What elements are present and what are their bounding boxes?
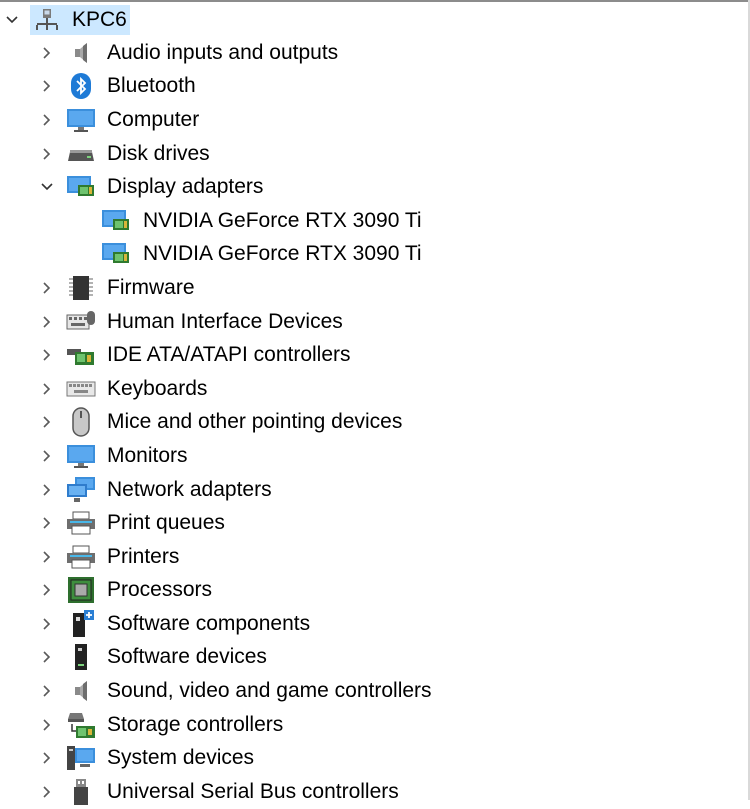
chevron-right-icon[interactable] [37,715,57,735]
display-adapter-icon [101,240,131,268]
category-label: Disk drives [107,141,210,165]
chevron-right-icon[interactable] [37,144,57,164]
chevron-right-icon[interactable] [37,312,57,332]
category-label: Print queues [107,511,225,535]
category-label: System devices [107,746,255,770]
category-bluetooth[interactable]: Bluetooth [0,70,748,104]
chevron-right-icon[interactable] [37,379,57,399]
category-mice-pointing-devices[interactable]: Mice and other pointing devices [0,406,748,440]
chevron-down-icon[interactable] [2,10,22,30]
category-software-devices[interactable]: Software devices [0,641,748,675]
speaker-icon [66,677,96,705]
chip-icon [66,274,96,302]
chevron-right-icon[interactable] [37,547,57,567]
category-sound-video-game-controllers[interactable]: Sound, video and game controllers [0,674,748,708]
category-printers[interactable]: Printers [0,540,748,574]
device-label: NVIDIA GeForce RTX 3090 Ti [143,208,422,232]
printer-icon [66,543,96,571]
category-display-adapters[interactable]: Display adapters [0,170,748,204]
category-label: Display adapters [107,175,264,199]
software-device-icon [66,643,96,671]
tree-root-label: KPC6 [72,8,127,31]
category-keyboards[interactable]: Keyboards [0,372,748,406]
category-software-components[interactable]: Software components [0,607,748,641]
speaker-icon [66,39,96,67]
category-print-queues[interactable]: Print queues [0,506,748,540]
mouse-icon [66,407,96,438]
category-processors[interactable]: Processors [0,574,748,608]
network-adapter-icon [66,476,96,504]
category-label: Storage controllers [107,712,284,736]
category-label: Mice and other pointing devices [107,410,403,434]
disk-drive-icon [66,140,96,168]
category-audio-inputs-outputs[interactable]: Audio inputs and outputs [0,36,748,70]
category-label: Human Interface Devices [107,309,343,333]
category-network-adapters[interactable]: Network adapters [0,473,748,507]
processor-icon [66,576,96,604]
chevron-right-icon[interactable] [37,110,57,130]
chevron-right-icon[interactable] [37,647,57,667]
category-label: Processors [107,578,213,602]
monitor-icon [66,442,96,470]
display-adapter-icon [101,207,131,235]
category-storage-controllers[interactable]: Storage controllers [0,708,748,742]
chevron-right-icon[interactable] [37,345,57,365]
window-top-border [0,0,750,2]
category-human-interface-devices[interactable]: Human Interface Devices [0,305,748,339]
category-computer[interactable]: Computer [0,103,748,137]
chevron-right-icon[interactable] [37,782,57,802]
chevron-right-icon[interactable] [37,614,57,634]
keyboard-icon [66,375,96,403]
category-label: Universal Serial Bus controllers [107,779,399,803]
chevron-right-icon[interactable] [37,446,57,466]
system-devices-icon [66,744,96,772]
display-adapter-icon [66,173,96,201]
chevron-right-icon[interactable] [37,43,57,63]
category-label: Bluetooth [107,74,196,98]
category-label: Audio inputs and outputs [107,40,339,64]
category-label: Software devices [107,645,267,669]
category-disk-drives[interactable]: Disk drives [0,137,748,171]
chevron-right-icon[interactable] [37,681,57,701]
category-monitors[interactable]: Monitors [0,439,748,473]
printer-icon [66,509,96,537]
chevron-right-icon[interactable] [37,412,57,432]
category-label: Software components [107,611,311,635]
bluetooth-icon [66,72,96,100]
chevron-right-icon[interactable] [37,580,57,600]
controller-card-icon [66,341,96,369]
category-label: Computer [107,107,200,131]
tree-root-kpc6[interactable]: KPC6 [0,4,748,36]
device-nvidia-rtx-3090-ti-1[interactable]: NVIDIA GeForce RTX 3090 Ti [0,204,748,238]
monitor-icon [66,106,96,134]
usb-icon [66,778,96,806]
category-label: Network adapters [107,477,272,501]
category-system-devices[interactable]: System devices [0,741,748,775]
hid-icon [66,308,96,336]
category-label: Keyboards [107,376,208,400]
category-label: Firmware [107,275,195,299]
category-label: IDE ATA/ATAPI controllers [107,343,351,367]
software-component-icon [66,609,96,638]
chevron-right-icon[interactable] [37,76,57,96]
computer-network-icon [32,6,62,34]
chevron-down-icon[interactable] [37,177,57,197]
category-label: Printers [107,544,180,568]
device-label: NVIDIA GeForce RTX 3090 Ti [143,242,422,266]
chevron-right-icon[interactable] [37,278,57,298]
category-ide-ata-atapi-controllers[interactable]: IDE ATA/ATAPI controllers [0,338,748,372]
category-usb-controllers[interactable]: Universal Serial Bus controllers [0,775,748,809]
chevron-right-icon[interactable] [37,748,57,768]
storage-controller-icon [66,711,96,739]
device-nvidia-rtx-3090-ti-2[interactable]: NVIDIA GeForce RTX 3090 Ti [0,238,748,272]
category-label: Monitors [107,443,188,467]
category-label: Sound, video and game controllers [107,679,432,703]
device-tree: KPC6 Audio inputs and outputs Bluetooth … [0,4,748,809]
category-firmware[interactable]: Firmware [0,271,748,305]
chevron-right-icon[interactable] [37,513,57,533]
chevron-right-icon[interactable] [37,480,57,500]
